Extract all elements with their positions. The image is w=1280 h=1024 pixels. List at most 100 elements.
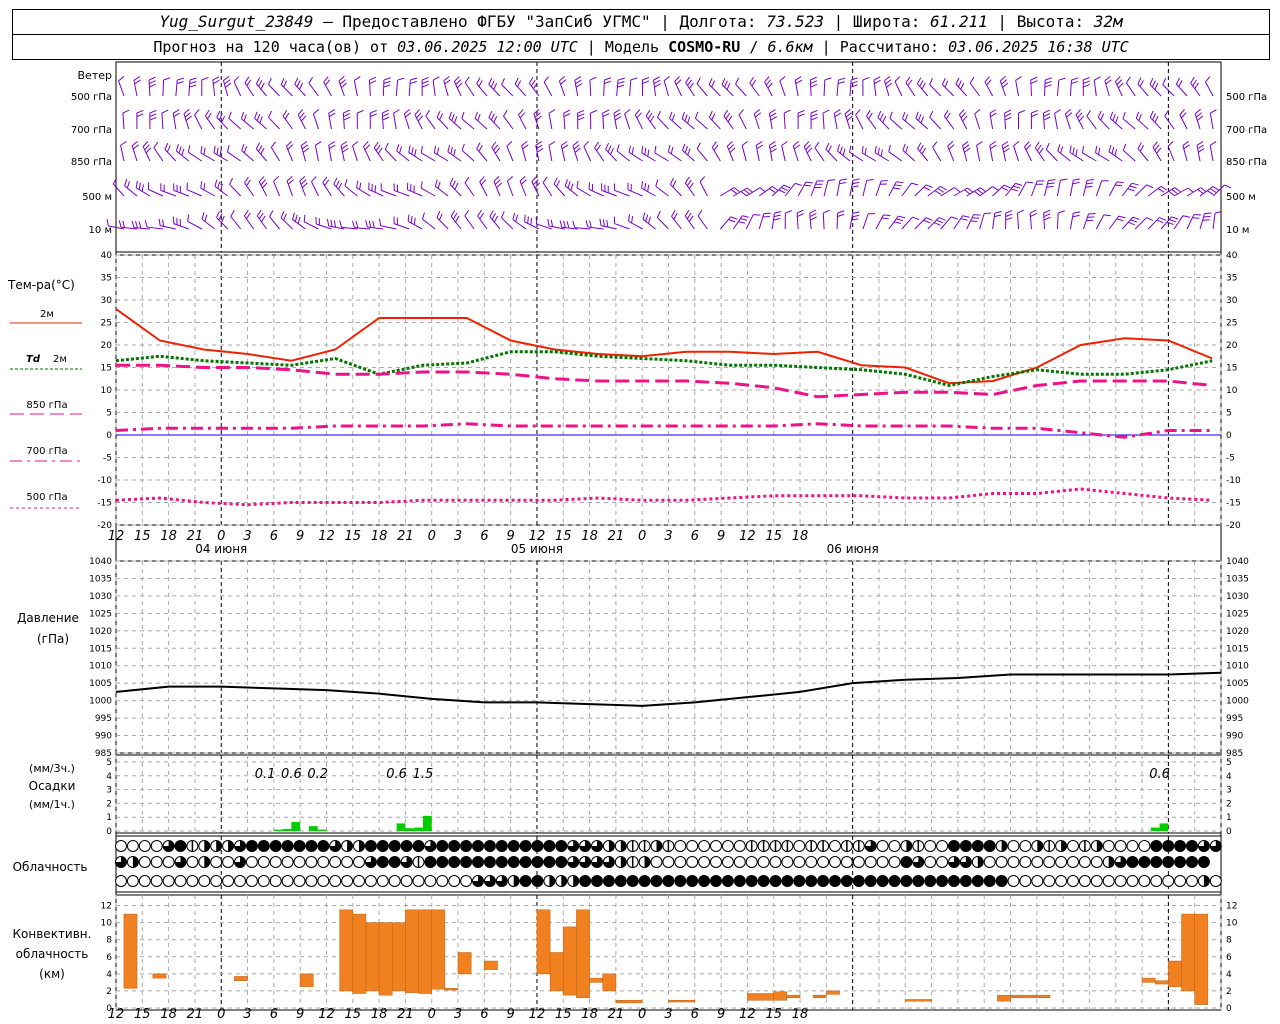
cloud-cover-symbol	[924, 856, 937, 868]
wind-barb-shaft	[1029, 213, 1032, 230]
wind-barb-feather	[132, 144, 139, 150]
wind-barb	[979, 212, 992, 230]
hour-tick-label: 18	[160, 1007, 177, 1022]
cloud-circle	[1007, 856, 1020, 868]
wind-barb-feather	[201, 76, 209, 81]
cloud-cover-symbol	[150, 840, 163, 852]
cloud-cover-symbol	[472, 875, 484, 887]
wind-barb-feather	[138, 182, 141, 190]
cloud-cover-symbol	[126, 856, 139, 868]
hour-tick-label: 6	[270, 529, 278, 544]
cloud-cover-symbol	[329, 856, 342, 868]
wind-barb-feather	[444, 79, 451, 85]
cloud-circle	[234, 875, 246, 887]
hour-tick-label: 0	[638, 529, 646, 544]
conv-bar	[773, 991, 788, 1001]
wind-barb-feather	[1197, 189, 1204, 195]
conv-tick-label-right: 2	[1226, 987, 1232, 997]
wind-barb-feather	[1194, 108, 1201, 115]
conv-bar	[339, 909, 354, 992]
cloud-cover-symbol	[1174, 840, 1187, 852]
wind-barb-feather	[1178, 80, 1183, 87]
wind-barb	[1069, 178, 1081, 197]
pressure-tick-label-right: 1010	[1226, 662, 1249, 672]
cloud-fill	[294, 840, 305, 852]
precip-unit-1h: (мм/1ч.)	[29, 798, 75, 811]
cloud-cover-symbol	[971, 856, 984, 868]
wind-barb-feather	[962, 141, 969, 146]
wind-barb-feather	[343, 116, 351, 121]
wind-barb-shaft	[164, 149, 177, 162]
wind-barb-feather	[477, 209, 482, 217]
wind-barb	[489, 210, 501, 230]
cloud-cover-symbol	[1209, 875, 1222, 887]
wind-barb-feather	[240, 111, 245, 119]
wind-barb	[300, 140, 310, 162]
wind-barb-feather	[767, 82, 773, 89]
wind-barb	[241, 143, 254, 162]
wind-barb-feather	[1139, 80, 1144, 87]
wind-barb	[308, 76, 319, 97]
wind-barb-shaft	[796, 213, 799, 230]
wind-barb-feather	[547, 219, 550, 227]
wind-barb	[183, 108, 192, 130]
wind-barb-shaft	[719, 216, 732, 230]
cloud-circle	[329, 856, 342, 868]
cloud-fill	[413, 840, 424, 852]
wind-barb-feather	[602, 219, 605, 227]
wind-barb	[558, 75, 567, 97]
conv-tick-label: 2	[106, 987, 112, 997]
wind-barb-feather	[687, 116, 691, 124]
wind-barb	[905, 76, 916, 97]
wind-barb	[642, 212, 656, 230]
conv-bar	[1141, 977, 1156, 983]
cloud-circle	[1019, 875, 1032, 887]
wind-barb-shaft	[449, 184, 462, 197]
wind-barb-feather	[493, 215, 499, 223]
cloud-fill	[520, 840, 532, 852]
wind-barb	[836, 77, 846, 97]
wind-barb-feather	[574, 76, 582, 81]
wind-barb-feather	[1004, 113, 1012, 117]
wind-barb-feather	[340, 141, 348, 146]
hour-tick-label: 18	[160, 529, 177, 544]
wind-barb-feather	[200, 181, 203, 189]
wind-barb	[120, 141, 127, 162]
pressure-title: Давление	[17, 611, 79, 625]
wind-barb	[694, 111, 708, 130]
wind-barb-shaft	[162, 79, 165, 97]
wind-barb-feather	[450, 210, 456, 217]
conv-tick-label-right: 8	[1226, 936, 1232, 946]
cloud-cover-symbol	[376, 875, 389, 887]
wind-barb-shaft	[1095, 152, 1110, 162]
conv-bar	[405, 909, 419, 993]
wind-barb-feather	[769, 109, 776, 114]
wind-barb	[771, 211, 782, 230]
wind-barb	[1045, 142, 1058, 162]
wind-barb-feather	[583, 141, 589, 147]
wind-barb-shaft	[542, 182, 553, 197]
wind-level-label-right: 10 м	[1226, 225, 1249, 236]
wind-barb	[533, 108, 542, 130]
temp-tick-label-right: -20	[1226, 521, 1241, 531]
cloud-circle	[1114, 840, 1127, 852]
cloud-circle	[805, 856, 818, 868]
cloud-cover-symbol	[638, 875, 651, 887]
wind-barb	[1167, 141, 1175, 162]
wind-barb-feather	[339, 79, 346, 85]
wind-barb	[493, 176, 503, 197]
cloud-fill	[960, 840, 972, 852]
wind-barb	[663, 75, 671, 97]
wind-barb-feather	[948, 144, 955, 150]
cloud-fill	[972, 840, 984, 852]
cloud-cover-symbol	[959, 840, 972, 852]
wind-barb	[849, 77, 858, 97]
wind-barb-feather	[464, 176, 470, 184]
wind-barb-feather	[185, 115, 192, 121]
wind-barb	[771, 184, 791, 197]
wind-barb-shaft	[1030, 79, 1032, 97]
wind-barb	[136, 109, 144, 130]
wind-barb-feather	[838, 77, 846, 81]
precip-tick-label: 1	[106, 813, 112, 823]
cloud-cover-symbol	[983, 875, 996, 887]
